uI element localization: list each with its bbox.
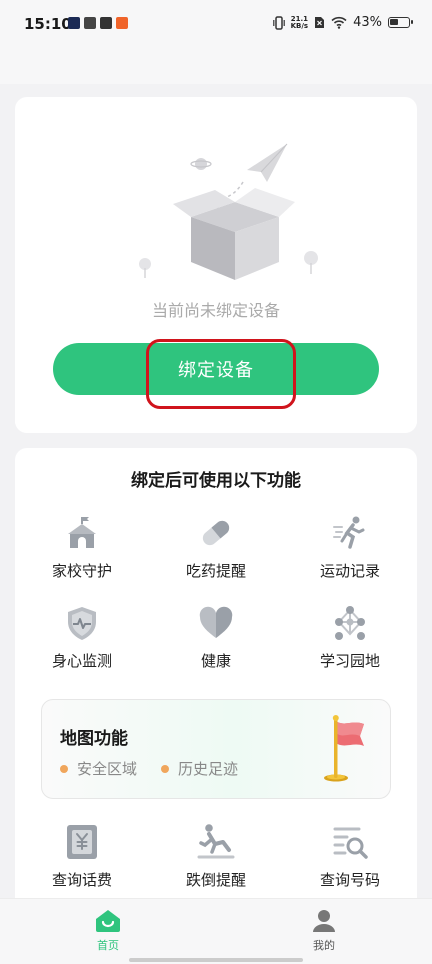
network-icon (335, 606, 365, 640)
feature-medicine-reminder[interactable]: 吃药提醒 (149, 514, 283, 581)
feature-label: 运动记录 (319, 562, 380, 580)
feature-label: 吃药提醒 (185, 562, 246, 580)
feature-check-balance[interactable]: 查询话费 (15, 823, 149, 890)
feature-row: 查询话费 跌倒提醒 查询号码 (15, 823, 417, 890)
search-list-icon (333, 827, 368, 859)
pill-icon (202, 520, 230, 546)
feature-learning-garden[interactable]: 学习园地 (283, 604, 417, 671)
status-bar: 15:10 21.1 KB/s 43% (0, 0, 432, 84)
empty-state-text: 当前尚未绑定设备 (151, 301, 280, 320)
feature-label: 身心监测 (51, 652, 112, 670)
features-title: 绑定后可使用以下功能 (131, 471, 301, 491)
net-speed-unit: KB/s (290, 21, 309, 30)
status-app-icons (68, 17, 128, 29)
running-icon (333, 516, 365, 549)
feature-label: 查询号码 (319, 871, 380, 889)
empty-box-illustration (139, 143, 318, 280)
bind-device-card: 当前尚未绑定设备 绑定设备 (15, 97, 417, 433)
app-notification-icon (68, 17, 80, 29)
heart-icon (199, 606, 233, 638)
home-indicator[interactable] (129, 958, 303, 962)
app-notification-icon (100, 17, 112, 29)
map-item-label: 历史足迹 (178, 760, 239, 778)
map-item-safe-zone: 安全区域 (60, 758, 137, 779)
features-card: 绑定后可使用以下功能 家校守护 吃药提醒 运动记录 身心监测 健康 学习园地 地… (15, 448, 417, 918)
battery-icon (388, 17, 413, 28)
fall-person-icon (197, 824, 235, 859)
feature-label: 跌倒提醒 (185, 871, 246, 889)
bullet-dot (60, 764, 68, 773)
feature-fall-alert[interactable]: 跌倒提醒 (149, 823, 283, 890)
feature-label: 查询话费 (51, 871, 112, 889)
user-icon (313, 910, 335, 932)
bottom-nav: 首页 我的 (0, 898, 432, 964)
school-guard-icon (68, 517, 96, 548)
map-item-history-track: 历史足迹 (161, 758, 238, 779)
status-time: 15:10 (24, 15, 72, 33)
yen-receipt-icon (67, 825, 97, 859)
status-indicators: 21.1 KB/s 43% (272, 15, 413, 30)
bullet-dot (161, 764, 170, 773)
feature-row: 家校守护 吃药提醒 运动记录 (15, 514, 417, 581)
feature-health[interactable]: 健康 (149, 604, 283, 671)
app-notification-icon (84, 17, 96, 29)
map-item-label: 安全区域 (77, 760, 138, 778)
shield-heartbeat-icon (68, 607, 96, 640)
feature-check-number[interactable]: 查询号码 (283, 823, 417, 890)
feature-row: 身心监测 健康 学习园地 (15, 604, 417, 671)
nav-home-label: 首页 (97, 939, 119, 952)
map-feature-list: 安全区域 历史足迹 (60, 758, 238, 779)
feature-label: 学习园地 (319, 652, 380, 670)
map-title: 地图功能 (60, 729, 128, 749)
nav-tab-mine[interactable]: 我的 (294, 909, 354, 953)
vibrate-icon (272, 15, 285, 30)
home-icon (96, 910, 120, 932)
feature-label: 健康 (200, 652, 231, 670)
wifi-icon (331, 16, 347, 29)
nav-tab-home[interactable]: 首页 (78, 909, 138, 953)
network-speed: 21.1 KB/s (290, 15, 309, 30)
no-sim-icon (315, 17, 325, 28)
feature-exercise-record[interactable]: 运动记录 (283, 514, 417, 581)
feature-mind-body-monitor[interactable]: 身心监测 (15, 604, 149, 671)
annotation-highlight-ring (146, 339, 296, 409)
app-notification-icon (116, 17, 128, 29)
feature-label: 家校守护 (51, 562, 112, 580)
map-feature-panel[interactable]: 地图功能 安全区域 历史足迹 (41, 699, 391, 799)
battery-percent: 43% (353, 15, 382, 30)
nav-mine-label: 我的 (313, 939, 335, 952)
red-flag-icon (324, 715, 364, 782)
feature-school-guard[interactable]: 家校守护 (15, 514, 149, 581)
